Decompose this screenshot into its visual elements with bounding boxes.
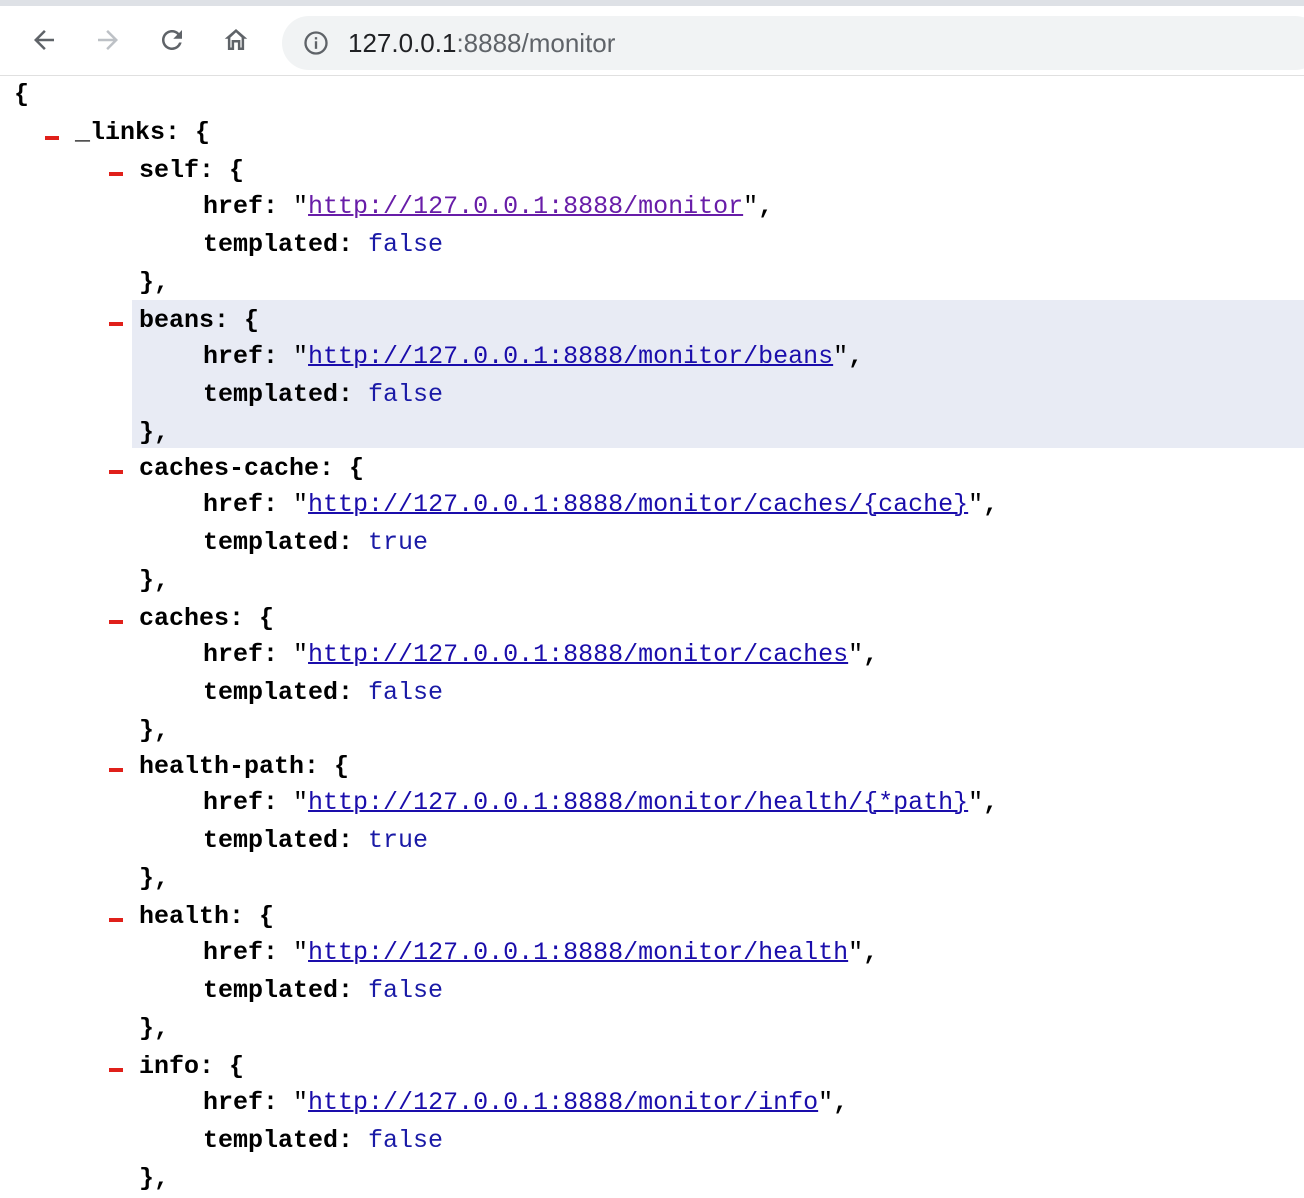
entry-close-brace: },: [139, 1164, 170, 1193]
entry-key: health: [139, 902, 230, 931]
templated-label: templated: [203, 678, 339, 707]
templated-value: true: [368, 826, 429, 855]
address-url[interactable]: 127.0.0.1:8888/monitor: [348, 16, 615, 70]
collapse-toggle-self[interactable]: [109, 172, 123, 176]
entry-close-brace: },: [139, 268, 170, 297]
address-bar[interactable]: 127.0.0.1:8888/monitor: [282, 16, 1304, 70]
reload-button[interactable]: [152, 20, 192, 60]
collapse-toggle-caches[interactable]: [109, 620, 123, 624]
href-link[interactable]: http://127.0.0.1:8888/monitor/caches: [308, 640, 848, 669]
entry-key-line: health: {: [139, 902, 275, 931]
entry-close-brace: },: [139, 864, 170, 893]
templated-line: templated: false: [203, 678, 444, 707]
templated-label: templated: [203, 528, 339, 557]
href-link[interactable]: http://127.0.0.1:8888/monitor/caches/{ca…: [308, 490, 968, 519]
collapse-toggle-health[interactable]: [109, 918, 123, 922]
href-label: href: [203, 640, 264, 669]
entry-key-line: caches-cache: {: [139, 454, 365, 483]
href-link[interactable]: http://127.0.0.1:8888/monitor: [308, 192, 743, 221]
url-path: :8888/monitor: [456, 28, 616, 58]
collapse-toggle-info[interactable]: [109, 1068, 123, 1072]
href-link[interactable]: http://127.0.0.1:8888/monitor/beans: [308, 342, 833, 371]
templated-line: templated: false: [203, 1126, 444, 1155]
collapse-toggle-links[interactable]: [45, 136, 59, 140]
links-key: _links: [75, 118, 166, 147]
info-icon[interactable]: [302, 29, 330, 57]
templated-line: templated: true: [203, 528, 429, 557]
templated-label: templated: [203, 1126, 339, 1155]
templated-value: false: [368, 678, 444, 707]
href-line: href: "http://127.0.0.1:8888/monitor/cac…: [203, 490, 999, 519]
templated-label: templated: [203, 380, 339, 409]
templated-label: templated: [203, 230, 339, 259]
entry-key-line: info: {: [139, 1052, 245, 1081]
href-line: href: "http://127.0.0.1:8888/monitor",: [203, 192, 774, 221]
entry-key-line: beans: {: [139, 306, 260, 335]
browser-toolbar: 127.0.0.1:8888/monitor: [0, 6, 1304, 76]
templated-value: false: [368, 1126, 444, 1155]
href-link[interactable]: http://127.0.0.1:8888/monitor/health/{*p…: [308, 788, 968, 817]
templated-line: templated: false: [203, 380, 444, 409]
href-label: href: [203, 342, 264, 371]
href-label: href: [203, 490, 264, 519]
templated-value: true: [368, 528, 429, 557]
entry-key-line: caches: {: [139, 604, 275, 633]
href-link[interactable]: http://127.0.0.1:8888/monitor/health: [308, 938, 848, 967]
entry-key: caches-cache: [139, 454, 320, 483]
home-icon: [224, 29, 248, 50]
home-button[interactable]: [216, 20, 256, 60]
href-line: href: "http://127.0.0.1:8888/monitor/bea…: [203, 342, 864, 371]
entry-key: self: [139, 156, 200, 185]
entry-close-brace: },: [139, 1014, 170, 1043]
href-line: href: "http://127.0.0.1:8888/monitor/hea…: [203, 788, 999, 817]
href-line: href: "http://127.0.0.1:8888/monitor/hea…: [203, 938, 879, 967]
collapse-toggle-beans[interactable]: [109, 322, 123, 326]
url-host: 127.0.0.1: [348, 28, 457, 58]
reload-icon: [162, 30, 182, 50]
entry-key: health-path: [139, 752, 305, 781]
entry-key: caches: [139, 604, 230, 633]
entry-close-brace: },: [139, 418, 170, 447]
href-link[interactable]: http://127.0.0.1:8888/monitor/info: [308, 1088, 818, 1117]
href-label: href: [203, 1088, 264, 1117]
templated-line: templated: true: [203, 826, 429, 855]
entry-close-brace: },: [139, 566, 170, 595]
templated-label: templated: [203, 976, 339, 1005]
collapse-toggle-caches-cache[interactable]: [109, 470, 123, 474]
entry-key: info: [139, 1052, 200, 1081]
back-button[interactable]: [24, 20, 64, 60]
forward-button[interactable]: [88, 20, 128, 60]
root-open-brace: {: [14, 80, 30, 109]
templated-value: false: [368, 230, 444, 259]
href-label: href: [203, 938, 264, 967]
href-line: href: "http://127.0.0.1:8888/monitor/cac…: [203, 640, 879, 669]
href-line: href: "http://127.0.0.1:8888/monitor/inf…: [203, 1088, 849, 1117]
links-key-line: _links: {: [75, 118, 211, 147]
entry-key-line: health-path: {: [139, 752, 350, 781]
templated-label: templated: [203, 826, 339, 855]
templated-line: templated: false: [203, 230, 444, 259]
entry-key: beans: [139, 306, 215, 335]
entry-close-brace: },: [139, 716, 170, 745]
templated-value: false: [368, 976, 444, 1005]
collapse-toggle-health-path[interactable]: [109, 768, 123, 772]
templated-line: templated: false: [203, 976, 444, 1005]
back-arrow-icon: [34, 30, 54, 50]
forward-arrow-icon: [98, 30, 118, 50]
entry-key-line: self: {: [139, 156, 245, 185]
href-label: href: [203, 192, 264, 221]
templated-value: false: [368, 380, 444, 409]
href-label: href: [203, 788, 264, 817]
